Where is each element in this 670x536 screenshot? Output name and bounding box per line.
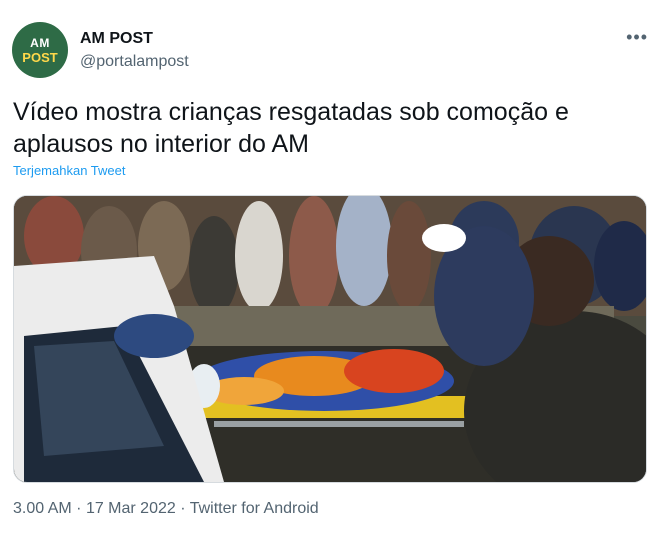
- meta-separator: ·: [76, 500, 82, 517]
- tweet-text: Vídeo mostra crianças resgatadas sob com…: [13, 98, 569, 158]
- tweet-date[interactable]: 17 Mar 2022: [86, 500, 176, 517]
- translate-tweet-link[interactable]: Terjemahkan Tweet: [13, 163, 126, 178]
- avatar[interactable]: AM POST: [12, 22, 68, 78]
- tweet-card: AM POST AM POST @portalampost ••• Vídeo …: [0, 0, 670, 536]
- avatar-text-line2: POST: [22, 49, 58, 65]
- tweet-media-video[interactable]: [13, 195, 647, 483]
- avatar-text-line1: AM: [30, 35, 50, 50]
- author-handle[interactable]: @portalampost: [80, 53, 189, 71]
- tweet-meta: 3.00 AM · 17 Mar 2022 · Twitter for Andr…: [13, 500, 319, 518]
- video-thumbnail-image: [14, 196, 646, 482]
- more-options-icon[interactable]: •••: [626, 28, 648, 46]
- author-name[interactable]: AM POST: [80, 30, 153, 48]
- tweet-time[interactable]: 3.00 AM: [13, 500, 72, 517]
- tweet-source[interactable]: Twitter for Android: [190, 500, 319, 517]
- meta-separator: ·: [180, 500, 186, 517]
